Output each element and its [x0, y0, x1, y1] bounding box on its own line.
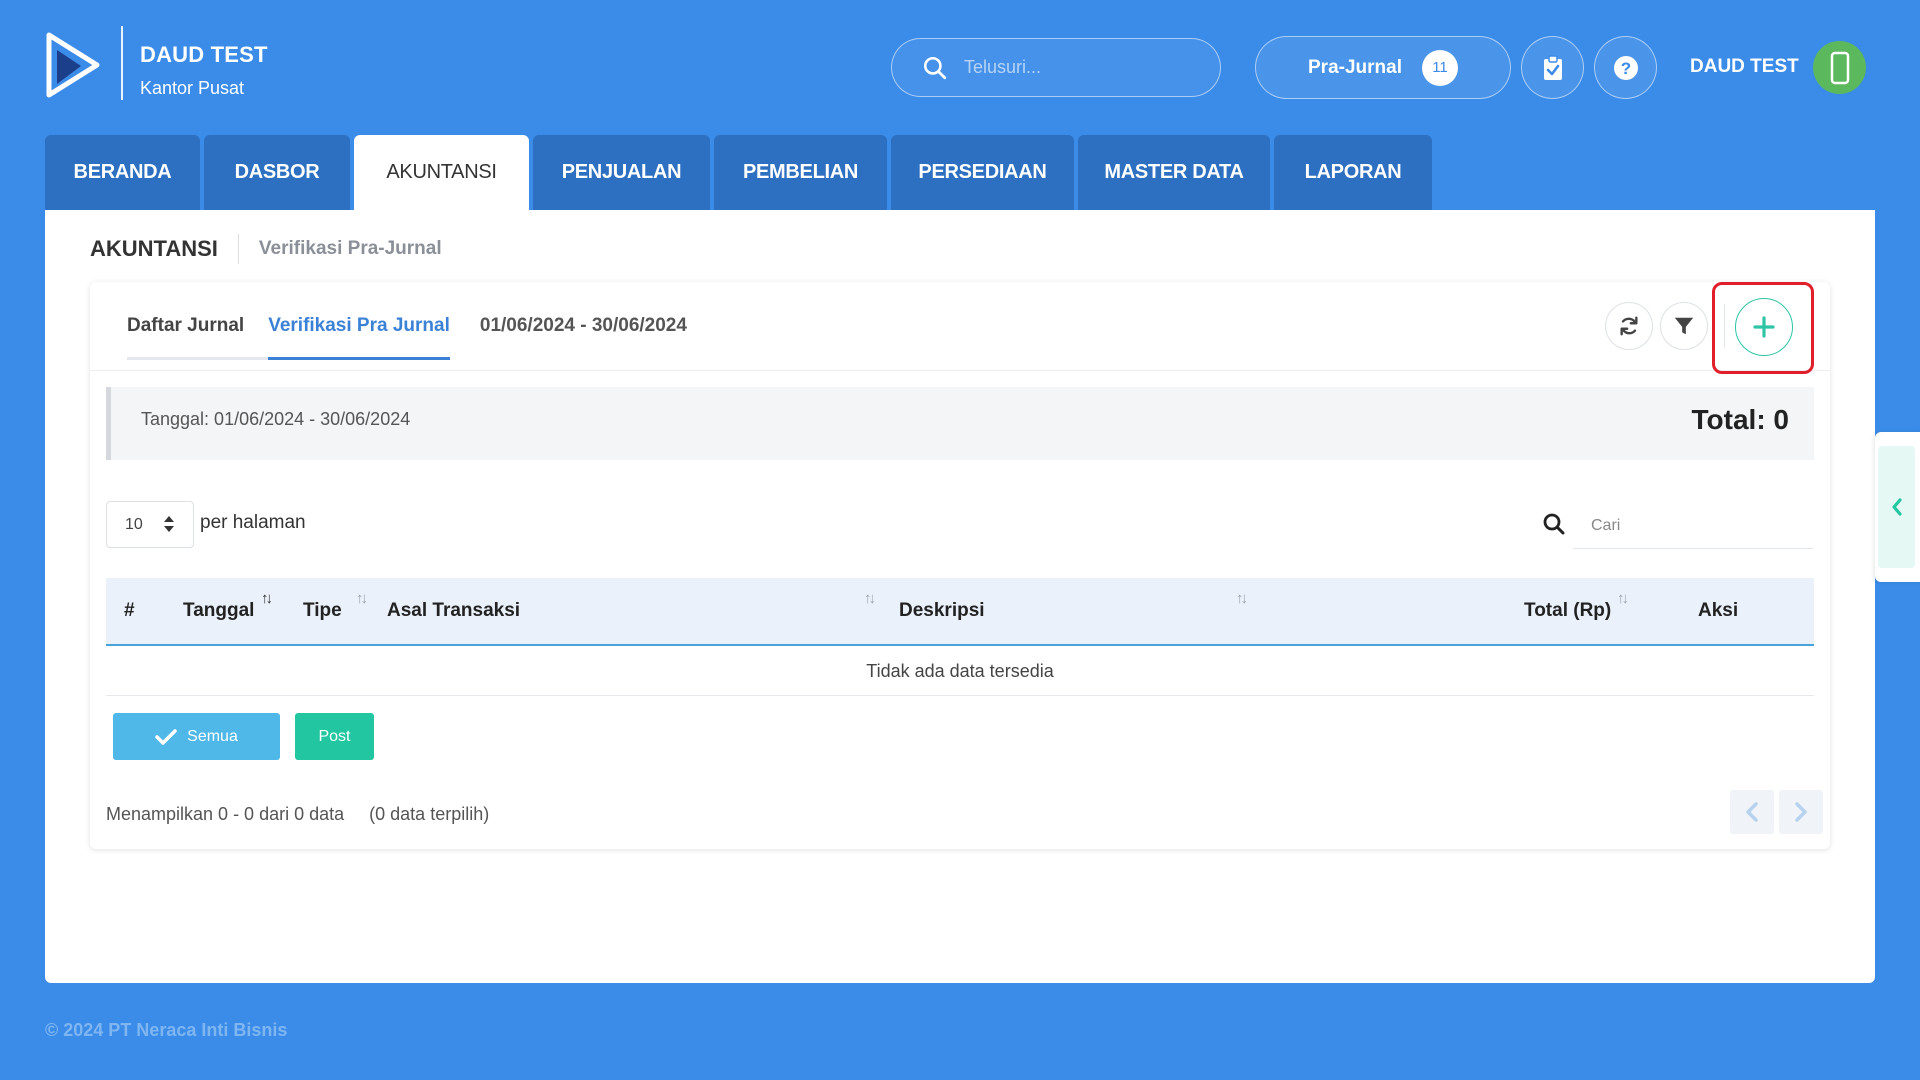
col-number: # [124, 600, 135, 621]
table-info: Menampilkan 0 - 0 dari 0 data (0 data te… [106, 804, 509, 825]
per-page-label: per halaman [200, 512, 306, 533]
col-tipe[interactable]: Tipe [303, 600, 342, 622]
prajurnal-label: Pra-Jurnal [1308, 56, 1402, 78]
per-page-value: 10 [125, 515, 143, 533]
select-all-button[interactable]: Semua [113, 713, 280, 760]
nav-tab-master-data[interactable]: MASTER DATA [1078, 135, 1270, 210]
app-logo[interactable] [45, 32, 101, 98]
refresh-button[interactable] [1605, 302, 1653, 350]
prajurnal-count-badge: 11 [1421, 49, 1458, 86]
chevron-left-icon [1746, 802, 1758, 822]
sort-icon[interactable]: ↑↓ [864, 590, 876, 607]
journal-card: Daftar Jurnal Verifikasi Pra Jurnal 01/0… [90, 282, 1830, 849]
company-info: DAUD TEST Kantor Pusat [140, 42, 268, 99]
selected-count-text: (0 data terpilih) [369, 804, 490, 824]
tab-daftar-jurnal[interactable]: Daftar Jurnal [127, 282, 269, 370]
table-search-placeholder: Cari [1591, 516, 1621, 534]
post-button[interactable]: Post [295, 713, 374, 760]
check-icon [155, 728, 177, 745]
date-range[interactable]: 01/06/2024 - 30/06/2024 [480, 315, 687, 337]
nav-tab-persediaan[interactable]: PERSEDIAAN [891, 135, 1074, 210]
select-all-label: Semua [187, 727, 238, 745]
company-name: DAUD TEST [140, 42, 268, 67]
copyright: © 2024 PT Neraca Inti Bisnis [45, 1020, 288, 1040]
table-header: # Tanggal ↑↓ Tipe ↑↓ Asal Transaksi ↑↓ D… [106, 578, 1814, 646]
nav-tab-penjualan[interactable]: PENJUALAN [533, 135, 710, 210]
nav-tab-dasbor[interactable]: DASBOR [204, 135, 350, 210]
sort-icon[interactable]: ↑↓ [1236, 590, 1248, 607]
logo-divider [121, 26, 123, 100]
prev-page-button[interactable] [1730, 790, 1774, 834]
main-nav: BERANDA DASBOR AKUNTANSI PENJUALAN PEMBE… [45, 135, 1432, 210]
refresh-icon [1620, 316, 1638, 336]
side-panel-toggle-inner [1878, 446, 1915, 568]
sort-icon[interactable]: ↑↓ [1617, 590, 1629, 607]
user-avatar[interactable] [1813, 41, 1866, 94]
main-panel: AKUNTANSI Verifikasi Pra-Jurnal Daftar J… [45, 210, 1875, 983]
side-panel-toggle[interactable] [1875, 432, 1920, 582]
task-clipboard-button[interactable] [1521, 36, 1584, 99]
sort-updown-icon [164, 516, 174, 532]
col-deskripsi[interactable]: Deskripsi [899, 600, 985, 622]
col-aksi: Aksi [1698, 600, 1739, 621]
help-button[interactable]: ? [1594, 36, 1657, 99]
col-tanggal[interactable]: Tanggal [183, 600, 254, 622]
filter-icon [1674, 317, 1694, 335]
prajurnal-button[interactable]: Pra-Jurnal 11 [1255, 36, 1511, 99]
col-total[interactable]: Total (Rp) [1524, 600, 1611, 622]
showing-text: Menampilkan 0 - 0 dari 0 data [106, 804, 345, 824]
breadcrumb-section: AKUNTANSI [90, 236, 218, 261]
total-value: Total: 0 [1691, 404, 1789, 435]
sort-icon[interactable]: ↑↓ [356, 590, 368, 607]
search-placeholder: Telusuri... [964, 57, 1042, 77]
tab-verifikasi-pra-jurnal[interactable]: Verifikasi Pra Jurnal [268, 282, 450, 370]
search-icon [923, 56, 947, 79]
table-search-input[interactable]: Cari [1573, 503, 1813, 549]
breadcrumb: AKUNTANSI Verifikasi Pra-Jurnal [90, 234, 442, 264]
chevron-right-icon [1795, 802, 1807, 822]
chevron-left-icon [1891, 498, 1902, 516]
divider [90, 370, 1830, 371]
breadcrumb-page: Verifikasi Pra-Jurnal [258, 238, 442, 259]
clipboard-check-icon [1543, 54, 1562, 80]
breadcrumb-separator [237, 234, 239, 264]
filter-button[interactable] [1660, 302, 1708, 350]
col-asal-transaksi[interactable]: Asal Transaksi [387, 600, 520, 622]
nav-tab-pembelian[interactable]: PEMBELIAN [714, 135, 887, 210]
journal-subtabs: Daftar Jurnal Verifikasi Pra Jurnal 01/0… [127, 282, 687, 370]
empty-table-message: Tidak ada data tersedia [106, 648, 1814, 696]
filter-summary: Tanggal: 01/06/2024 - 30/06/2024 Total: … [106, 387, 1814, 460]
nav-tab-akuntansi[interactable]: AKUNTANSI [354, 135, 529, 210]
next-page-button[interactable] [1779, 790, 1823, 834]
global-search-input[interactable]: Telusuri... [891, 38, 1221, 97]
nav-tab-laporan[interactable]: LAPORAN [1274, 135, 1432, 210]
filter-date-label: Tanggal: 01/06/2024 - 30/06/2024 [141, 409, 411, 429]
search-icon [1543, 513, 1565, 535]
question-circle-icon: ? [1613, 55, 1638, 80]
sort-icon[interactable]: ↑↓ [261, 590, 273, 607]
user-name[interactable]: DAUD TEST [1690, 56, 1799, 78]
branch-name: Kantor Pusat [140, 78, 245, 98]
highlight-box [1712, 282, 1814, 374]
svg-text:?: ? [1620, 59, 1630, 78]
per-page-select[interactable]: 10 [106, 501, 194, 548]
mobile-phone-icon [1830, 51, 1849, 84]
nav-tab-beranda[interactable]: BERANDA [45, 135, 200, 210]
